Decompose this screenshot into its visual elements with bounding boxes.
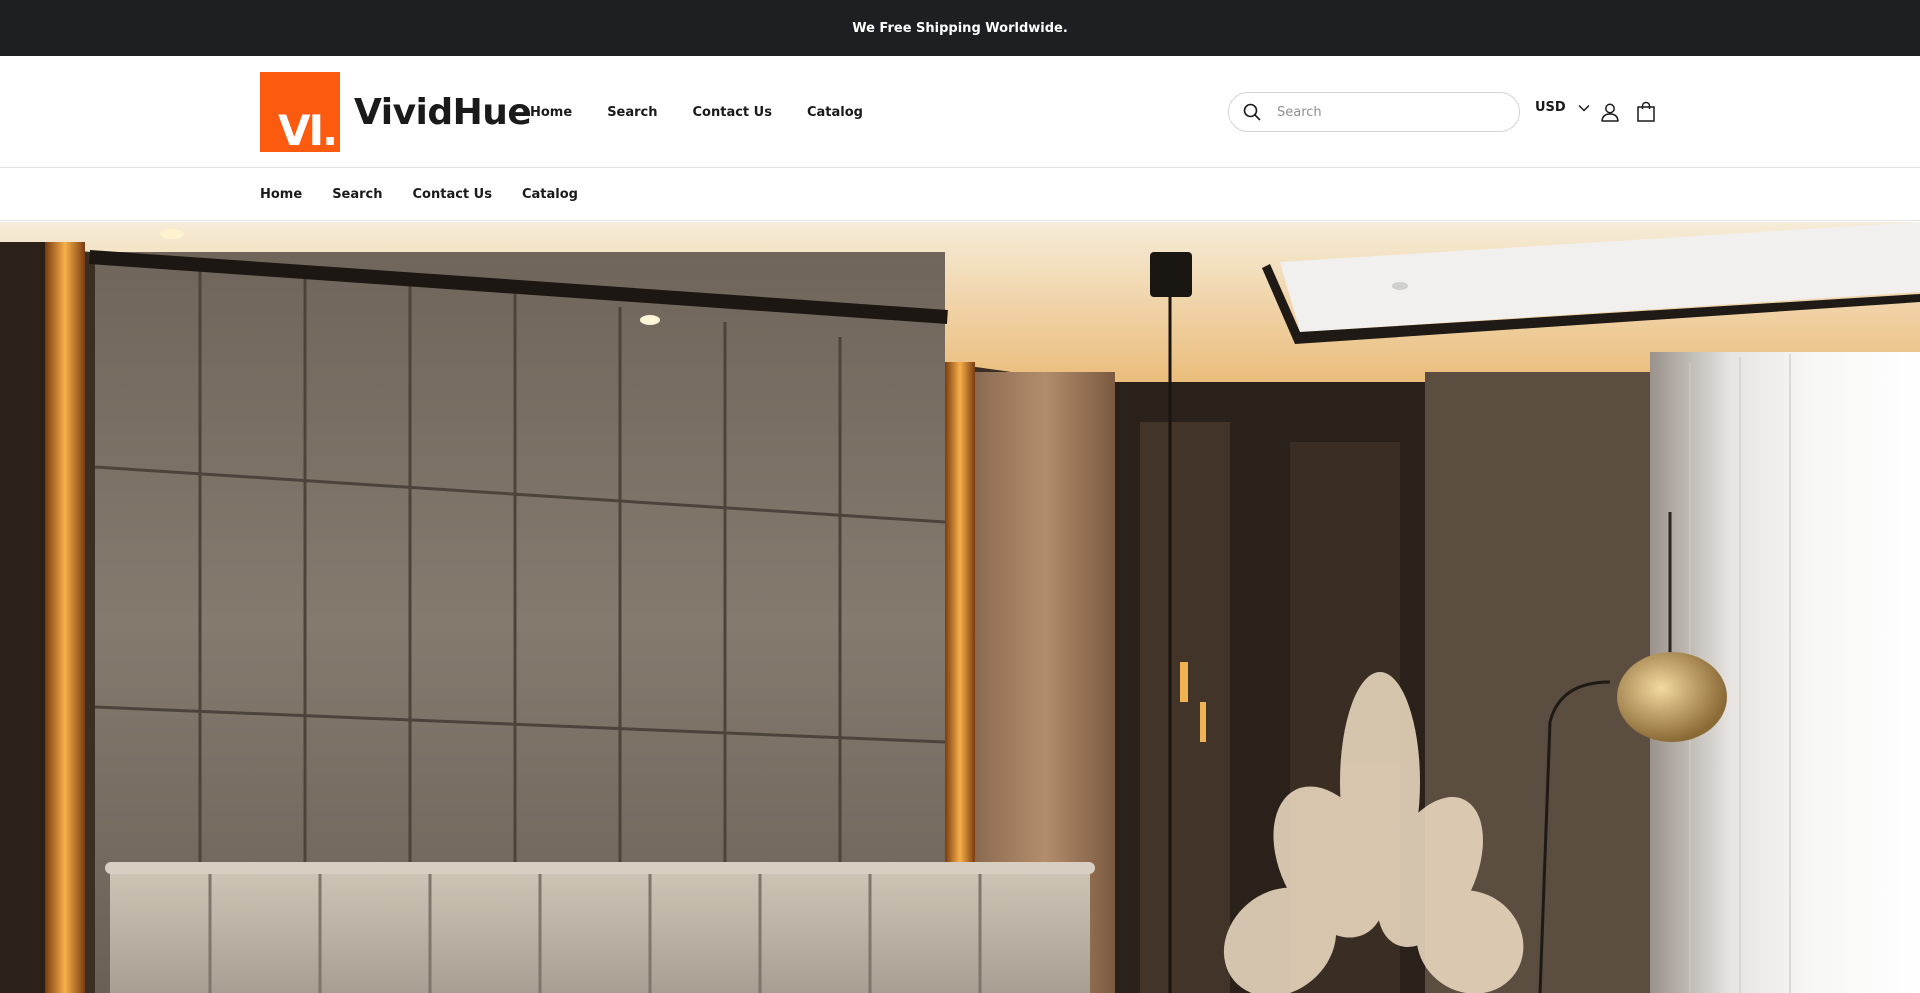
secondary-nav: Home Search Contact Us Catalog [0, 168, 1920, 221]
account-button[interactable] [1598, 100, 1622, 124]
nav-search[interactable]: Search [607, 105, 657, 120]
subnav-home[interactable]: Home [260, 187, 302, 202]
cart-button[interactable] [1634, 99, 1658, 123]
subnav-catalog[interactable]: Catalog [522, 187, 578, 202]
user-icon [1601, 103, 1619, 122]
site-header: VI. VividHue Home Search Contact Us Cata… [0, 56, 1920, 168]
currency-selector[interactable]: USD [1535, 100, 1590, 115]
hero-banner [0, 222, 1920, 993]
currency-value: USD [1535, 100, 1566, 115]
main-nav: Home Search Contact Us Catalog [530, 56, 898, 168]
subnav-search[interactable]: Search [332, 187, 382, 202]
subnav-contact-us[interactable]: Contact Us [413, 187, 492, 202]
search-input[interactable] [1277, 104, 1497, 120]
logo-link[interactable]: VI. VividHue [260, 72, 532, 152]
search-bar[interactable] [1228, 92, 1520, 132]
announcement-text: We Free Shipping Worldwide. [852, 20, 1068, 36]
hero-image [0, 222, 1920, 993]
nav-home[interactable]: Home [530, 105, 572, 120]
brand-name: VividHue [354, 91, 532, 133]
logo-mark: VI. [260, 72, 340, 152]
announcement-bar: We Free Shipping Worldwide. [0, 0, 1920, 56]
nav-catalog[interactable]: Catalog [807, 105, 863, 120]
chevron-down-icon [1578, 104, 1590, 112]
search-icon[interactable] [1243, 103, 1261, 121]
nav-contact-us[interactable]: Contact Us [693, 105, 772, 120]
shopping-bag-icon [1637, 101, 1655, 122]
